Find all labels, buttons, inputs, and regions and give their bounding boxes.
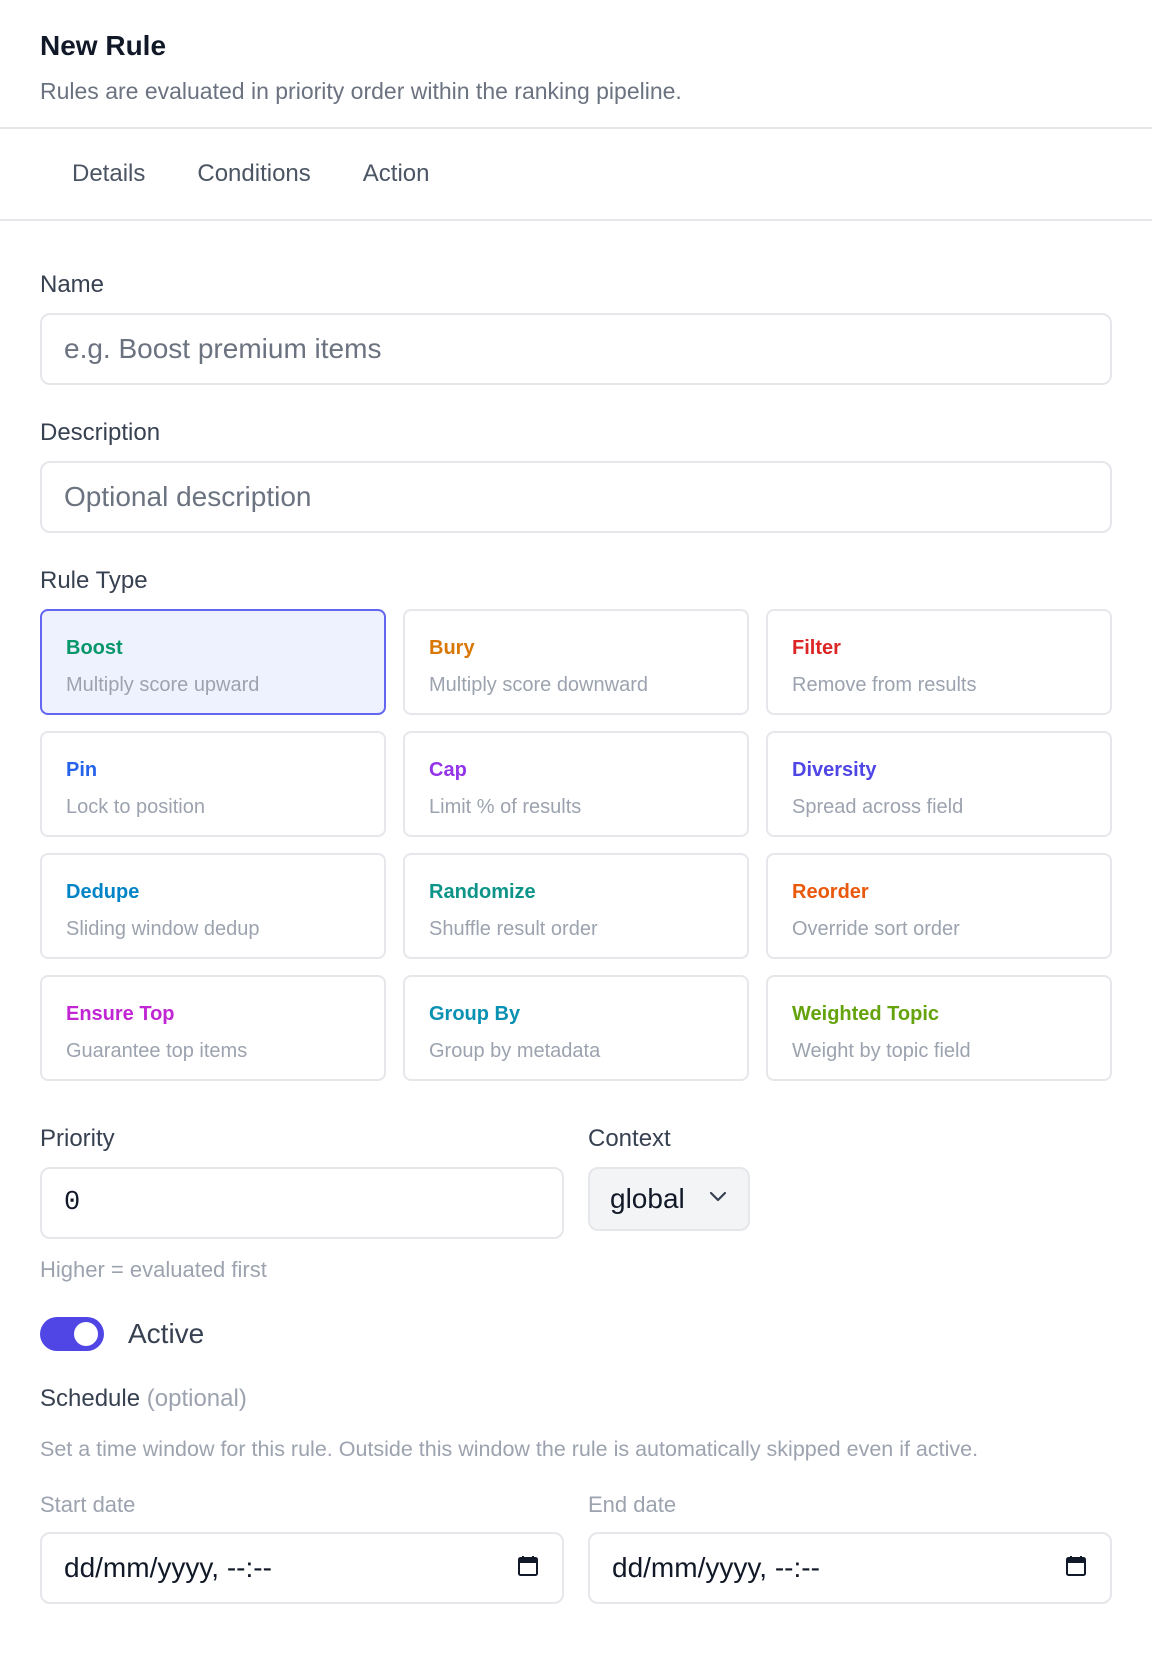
rule-type-card-reorder[interactable]: Reorder Override sort order xyxy=(766,853,1112,959)
description-label: Description xyxy=(40,419,161,446)
name-input[interactable] xyxy=(40,313,1112,385)
start-date-input[interactable]: dd/mm/yyyy, --:-- xyxy=(40,1532,564,1604)
rule-type-title: Pin xyxy=(66,759,98,781)
calendar-icon[interactable] xyxy=(1064,1554,1088,1583)
rule-type-card-boost[interactable]: Boost Multiply score upward xyxy=(40,609,386,715)
page-header: New Rule Rules are evaluated in priority… xyxy=(0,0,1152,129)
active-row: Active xyxy=(40,1317,1112,1351)
rule-type-description: Weight by topic field xyxy=(792,1040,971,1062)
name-label: Name xyxy=(40,271,105,298)
rule-type-card-bury[interactable]: Bury Multiply score downward xyxy=(403,609,749,715)
date-row: Start date dd/mm/yyyy, --:-- End date dd… xyxy=(40,1492,1112,1604)
active-toggle[interactable] xyxy=(40,1317,104,1351)
rule-type-title: Group By xyxy=(429,1003,521,1025)
priority-label: Priority xyxy=(40,1125,115,1152)
rule-type-title: Diversity xyxy=(792,759,877,781)
priority-context-row: Priority Higher = evaluated first Contex… xyxy=(40,1125,1112,1283)
rule-type-card-ensure-top[interactable]: Ensure Top Guarantee top items xyxy=(40,975,386,1081)
rule-type-description: Spread across field xyxy=(792,796,964,818)
calendar-icon[interactable] xyxy=(516,1554,540,1583)
rule-type-description: Limit % of results xyxy=(429,796,582,818)
rule-type-description: Multiply score downward xyxy=(429,674,648,696)
active-label: Active xyxy=(128,1318,205,1349)
rule-type-title: Randomize xyxy=(429,881,536,903)
start-date-label: Start date xyxy=(40,1492,136,1517)
priority-input[interactable] xyxy=(40,1167,564,1239)
schedule-optional: (optional) xyxy=(146,1385,247,1412)
schedule-heading: Schedule (optional) xyxy=(40,1385,1112,1413)
context-value: global xyxy=(610,1183,685,1214)
form-content: Name Description Rule Type Boost Multiply… xyxy=(0,271,1152,1604)
end-date-input[interactable]: dd/mm/yyyy, --:-- xyxy=(588,1532,1112,1604)
context-select[interactable]: global xyxy=(588,1167,750,1231)
rule-type-title: Ensure Top xyxy=(66,1003,175,1025)
end-date-label: End date xyxy=(588,1492,677,1517)
context-label: Context xyxy=(588,1125,671,1152)
rule-type-description: Sliding window dedup xyxy=(66,918,260,940)
end-date-placeholder: dd/mm/yyyy, --:-- xyxy=(612,1552,820,1583)
tab-details[interactable]: Details xyxy=(72,160,145,188)
rule-type-description: Shuffle result order xyxy=(429,918,598,940)
rule-type-description: Lock to position xyxy=(66,796,205,818)
rule-type-card-diversity[interactable]: Diversity Spread across field xyxy=(766,731,1112,837)
rule-type-description: Remove from results xyxy=(792,674,977,696)
rule-type-title: Boost xyxy=(66,637,123,659)
rule-type-description: Group by metadata xyxy=(429,1040,601,1062)
rule-type-description: Override sort order xyxy=(792,918,960,940)
chevron-down-icon xyxy=(708,1190,728,1209)
tab-action[interactable]: Action xyxy=(363,160,430,188)
rule-type-card-randomize[interactable]: Randomize Shuffle result order xyxy=(403,853,749,959)
rule-type-title: Bury xyxy=(429,637,475,659)
rule-type-card-pin[interactable]: Pin Lock to position xyxy=(40,731,386,837)
rule-type-title: Weighted Topic xyxy=(792,1003,940,1025)
page-subtitle: Rules are evaluated in priority order wi… xyxy=(40,78,682,104)
start-date-placeholder: dd/mm/yyyy, --:-- xyxy=(64,1552,272,1583)
rule-type-description: Multiply score upward xyxy=(66,674,260,696)
page-title: New Rule xyxy=(40,30,167,61)
description-input[interactable] xyxy=(40,461,1112,533)
schedule-label: Schedule xyxy=(40,1385,141,1412)
rule-type-card-filter[interactable]: Filter Remove from results xyxy=(766,609,1112,715)
rule-type-card-weighted-topic[interactable]: Weighted Topic Weight by topic field xyxy=(766,975,1112,1081)
rule-type-title: Dedupe xyxy=(66,881,140,903)
toggle-knob xyxy=(74,1322,98,1346)
tab-conditions[interactable]: Conditions xyxy=(197,160,310,188)
rule-type-title: Reorder xyxy=(792,881,869,903)
rule-type-description: Guarantee top items xyxy=(66,1040,248,1062)
priority-hint: Higher = evaluated first xyxy=(40,1257,267,1282)
rule-type-label: Rule Type xyxy=(40,567,148,594)
rule-type-card-cap[interactable]: Cap Limit % of results xyxy=(403,731,749,837)
schedule-description: Set a time window for this rule. Outside… xyxy=(40,1437,979,1461)
rule-type-title: Filter xyxy=(792,637,841,659)
rule-type-title: Cap xyxy=(429,759,467,781)
tab-bar: Details Conditions Action xyxy=(0,129,1152,221)
rule-type-card-group-by[interactable]: Group By Group by metadata xyxy=(403,975,749,1081)
rule-type-card-dedupe[interactable]: Dedupe Sliding window dedup xyxy=(40,853,386,959)
rule-type-grid: Boost Multiply score upward Bury Multiply s… xyxy=(40,609,1112,1081)
